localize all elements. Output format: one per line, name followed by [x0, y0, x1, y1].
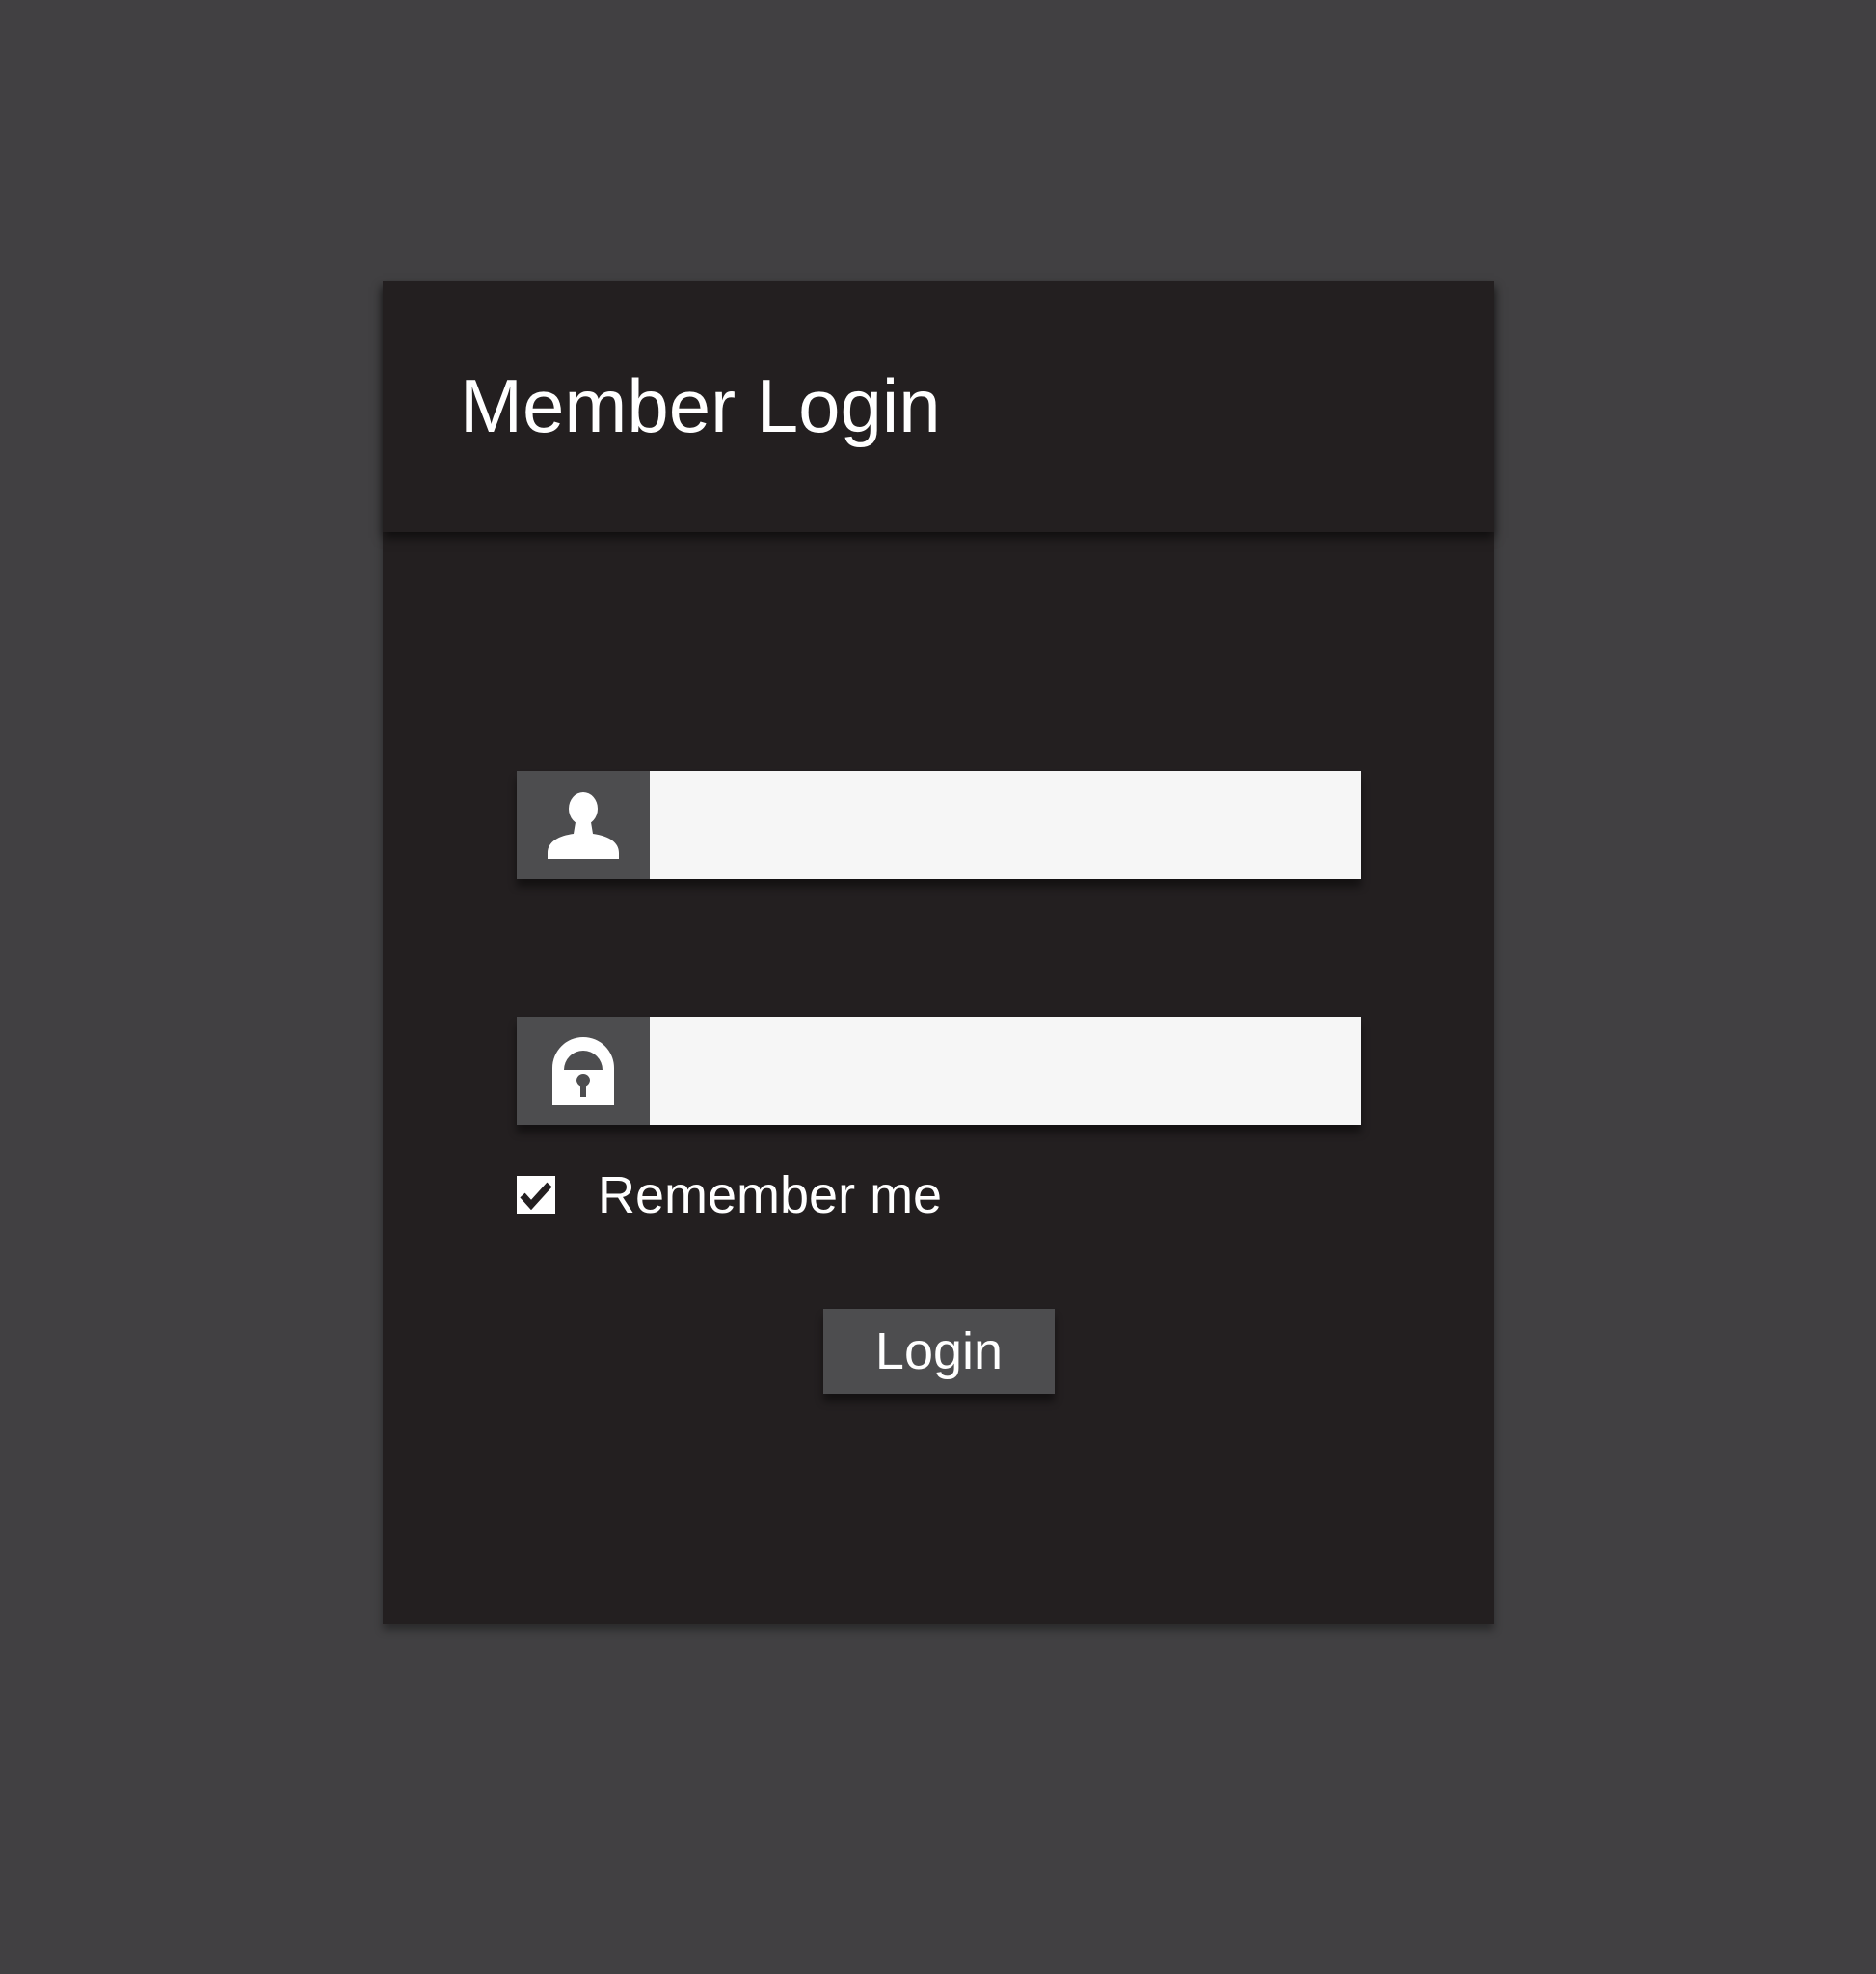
username-icon-box — [517, 771, 650, 879]
password-field — [517, 1017, 1361, 1125]
checkmark-icon — [520, 1182, 552, 1210]
password-input[interactable] — [650, 1017, 1361, 1125]
login-card-header: Member Login — [383, 281, 1494, 532]
login-screen: { "login_card": { "title": "Member Login… — [0, 0, 1876, 1974]
remember-me-label: Remember me — [598, 1166, 943, 1224]
login-card: Member Login Remember me Login — [383, 281, 1494, 1624]
password-icon-box — [517, 1017, 650, 1125]
page-title: Member Login — [460, 363, 941, 448]
remember-me-checkbox[interactable] — [517, 1176, 555, 1214]
login-button[interactable]: Login — [823, 1309, 1055, 1394]
username-input[interactable] — [650, 771, 1361, 879]
remember-me[interactable]: Remember me — [517, 1166, 942, 1224]
lock-icon — [552, 1037, 614, 1105]
user-icon — [548, 792, 619, 859]
login-form: Remember me Login — [383, 532, 1494, 1624]
username-field — [517, 771, 1361, 879]
